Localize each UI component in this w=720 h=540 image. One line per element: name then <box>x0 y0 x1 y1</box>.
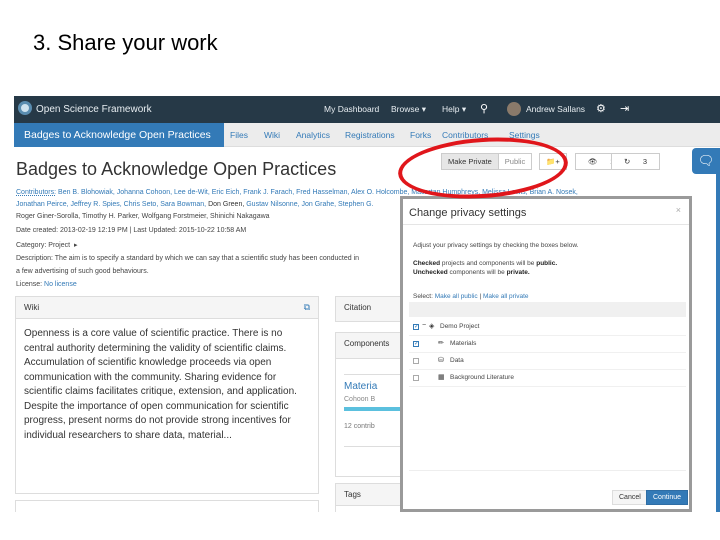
checkbox-materials[interactable]: ✓ <box>413 341 419 347</box>
external-link-icon[interactable]: ⧉ <box>304 302 310 313</box>
tree-header <box>409 302 686 317</box>
project-navbar: Badges to Acknowledge Open Practices Fil… <box>14 123 720 147</box>
license-line: License: No license <box>16 281 77 288</box>
slide-title: 3. Share your work <box>33 30 218 55</box>
user-name[interactable]: Andrew Sallans <box>526 104 585 114</box>
component-contrib-count: 12 contrib <box>344 423 375 430</box>
nav-my-dashboard[interactable]: My Dashboard <box>324 104 379 114</box>
contributors-label[interactable]: Contributors: <box>16 189 56 196</box>
tree-label: Demo Project <box>440 323 480 330</box>
tab-registrations[interactable]: Registrations <box>345 130 395 140</box>
component-title[interactable]: Materia <box>344 381 377 392</box>
tree-row-materials: ✓ ✏ Materials <box>409 336 686 353</box>
tree-label: Data <box>450 357 464 364</box>
tree-label: Materials <box>450 340 477 347</box>
make-all-private-link[interactable]: Make all private <box>483 293 529 300</box>
category-text: Category: Project <box>16 242 71 249</box>
osf-screenshot: Open Science Framework My Dashboard Brow… <box>14 96 720 512</box>
tree-row-demo-project: ✓ − ◈ Demo Project <box>409 319 686 336</box>
component-progress-bar <box>344 407 404 411</box>
search-icon[interactable]: ⚲ <box>480 102 488 115</box>
wiki-panel: Wiki ⧉ Openness is a core value of scien… <box>15 296 319 494</box>
gear-icon[interactable]: ⚙ <box>596 102 606 115</box>
modal-checked-note: Checked projects and components will be … <box>413 260 558 267</box>
contributors-list[interactable]: Gustav Nilsonne, Jon Grahe, Stephen G. <box>246 201 373 208</box>
close-icon[interactable]: × <box>676 205 681 215</box>
database-icon: ⛁ <box>438 357 444 364</box>
wiki-panel-title: Wiki <box>24 303 40 312</box>
contributors-list[interactable]: Jonathan Peirce, Jeffrey R. Spies, Chris… <box>16 201 206 208</box>
description-line-2: a few advertising of such good behaviour… <box>16 268 149 275</box>
tab-files[interactable]: Files <box>230 130 248 140</box>
contributors-line-2: Jonathan Peirce, Jeffrey R. Spies, Chris… <box>16 201 373 208</box>
forks-count: 3 <box>642 157 648 166</box>
component-contributors: Cohoon B <box>344 396 376 403</box>
page-title: Badges to Acknowledge Open Practices <box>16 159 337 179</box>
checkbox-demo-project[interactable]: ✓ <box>413 324 419 330</box>
continue-button[interactable]: Continue <box>646 490 689 505</box>
modal-spacer <box>409 379 686 471</box>
panel-below-wiki <box>15 500 319 512</box>
modal-intro: Adjust your privacy settings by checking… <box>413 242 579 249</box>
select-label: Select: <box>413 293 433 300</box>
checkbox-data[interactable] <box>413 358 419 364</box>
nav-help[interactable]: Help ▾ <box>442 104 466 115</box>
modal-select-row: Select: Make all public | Make all priva… <box>413 293 529 300</box>
tab-forks[interactable]: Forks <box>410 130 431 140</box>
contributor-unregistered: Don Green, <box>208 201 245 208</box>
make-all-public-link[interactable]: Make all public <box>435 293 478 300</box>
project-nav-title[interactable]: Badges to Acknowledge Open Practices <box>14 123 224 147</box>
contributors-line-3[interactable]: Roger Giner-Sorolla, Timothy H. Parker, … <box>16 213 270 220</box>
tab-analytics[interactable]: Analytics <box>296 130 330 140</box>
brand-link[interactable]: Open Science Framework <box>36 104 152 115</box>
tab-wiki[interactable]: Wiki <box>264 130 280 140</box>
separator: | <box>479 293 482 300</box>
cube-icon: ◈ <box>429 323 435 330</box>
wiki-content: Openness is a core value of scientific p… <box>24 328 297 441</box>
date-line: Date created: 2013-02-19 12:19 PM | Last… <box>16 227 247 234</box>
collapse-icon[interactable]: − <box>422 322 426 329</box>
logout-icon[interactable]: ⇥ <box>620 102 629 115</box>
nav-browse[interactable]: Browse ▾ <box>391 104 426 115</box>
feedback-side-bar <box>716 172 720 512</box>
tree-row-data: ⛁ Data <box>409 353 686 370</box>
description-line-1: Description: The aim is to specify a sta… <box>16 255 360 262</box>
privacy-modal: Change privacy settings × Adjust your pr… <box>400 196 692 512</box>
top-navbar: Open Science Framework My Dashboard Brow… <box>14 96 720 123</box>
modal-title: Change privacy settings <box>409 207 527 219</box>
category-icon: ▸ <box>72 242 78 249</box>
license-value[interactable]: No license <box>44 281 77 288</box>
category-line: Category: Project ▸ <box>16 241 78 249</box>
cancel-button[interactable]: Cancel <box>612 490 648 505</box>
fork-count-icon: ↻ <box>624 157 631 166</box>
user-avatar[interactable] <box>507 102 521 116</box>
pencil-icon: ✏ <box>438 340 444 347</box>
chat-icon[interactable]: 🗨 <box>692 148 720 174</box>
forks-count-button[interactable]: ↻ 3 <box>611 153 661 170</box>
modal-unchecked-note: Unchecked components will be private. <box>413 269 530 276</box>
osf-logo-icon[interactable] <box>18 101 32 115</box>
eye-icon: 👁 <box>588 157 599 166</box>
license-label: License: <box>16 281 43 288</box>
